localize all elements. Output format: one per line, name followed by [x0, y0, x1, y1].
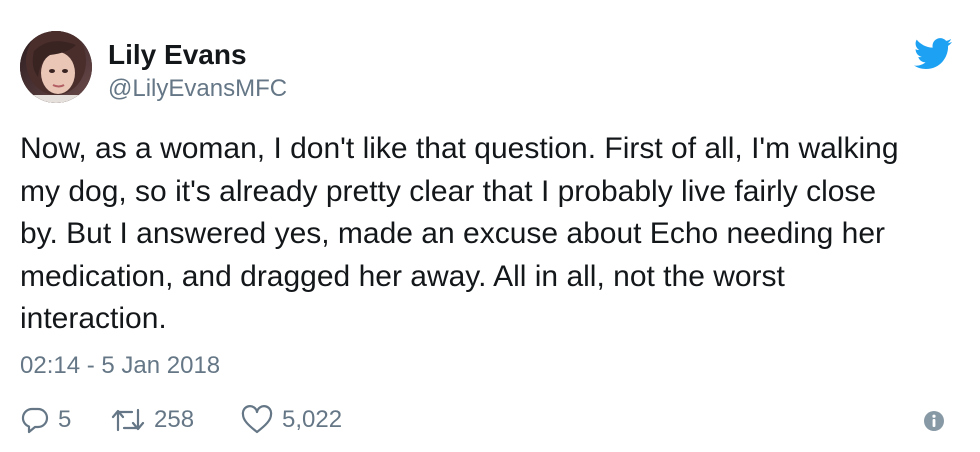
retweet-count: 258: [154, 406, 195, 433]
tweet-text-line: by. But I answered yes, made an excuse a…: [20, 217, 885, 250]
reply-count: 5: [58, 406, 72, 433]
info-icon[interactable]: [923, 410, 945, 432]
author-name[interactable]: Lily Evans: [108, 39, 247, 71]
tweet-text-line: medication, and dragged her away. All in…: [20, 259, 785, 293]
avatar[interactable]: [20, 31, 92, 103]
tweet-text-line: interaction.: [20, 302, 167, 335]
twitter-bird-icon[interactable]: [914, 38, 952, 70]
like-button[interactable]: 5,022: [240, 405, 380, 435]
tweet-timestamp[interactable]: 02:14 - 5 Jan 2018: [20, 352, 220, 380]
reply-icon: [21, 407, 49, 434]
like-count: 5,022: [282, 406, 343, 433]
tweet-text-line: my dog, so it's already pretty clear tha…: [20, 174, 877, 208]
retweet-icon: [111, 408, 145, 432]
author-handle[interactable]: @LilyEvansMFC: [108, 75, 287, 103]
tweet-text-line: Now, as a woman, I don't like that quest…: [20, 132, 899, 165]
retweet-button[interactable]: 258: [110, 405, 240, 435]
tweet-actions: 5 258 5,022: [20, 402, 380, 438]
reply-button[interactable]: 5: [20, 405, 110, 435]
heart-icon: [241, 405, 273, 434]
tweet-card: Lily Evans @LilyEvansMFC Now, as a woman…: [0, 0, 980, 452]
tweet-text: Now, as a woman, I don't like that quest…: [20, 128, 960, 341]
avatar-photo: [20, 31, 92, 103]
